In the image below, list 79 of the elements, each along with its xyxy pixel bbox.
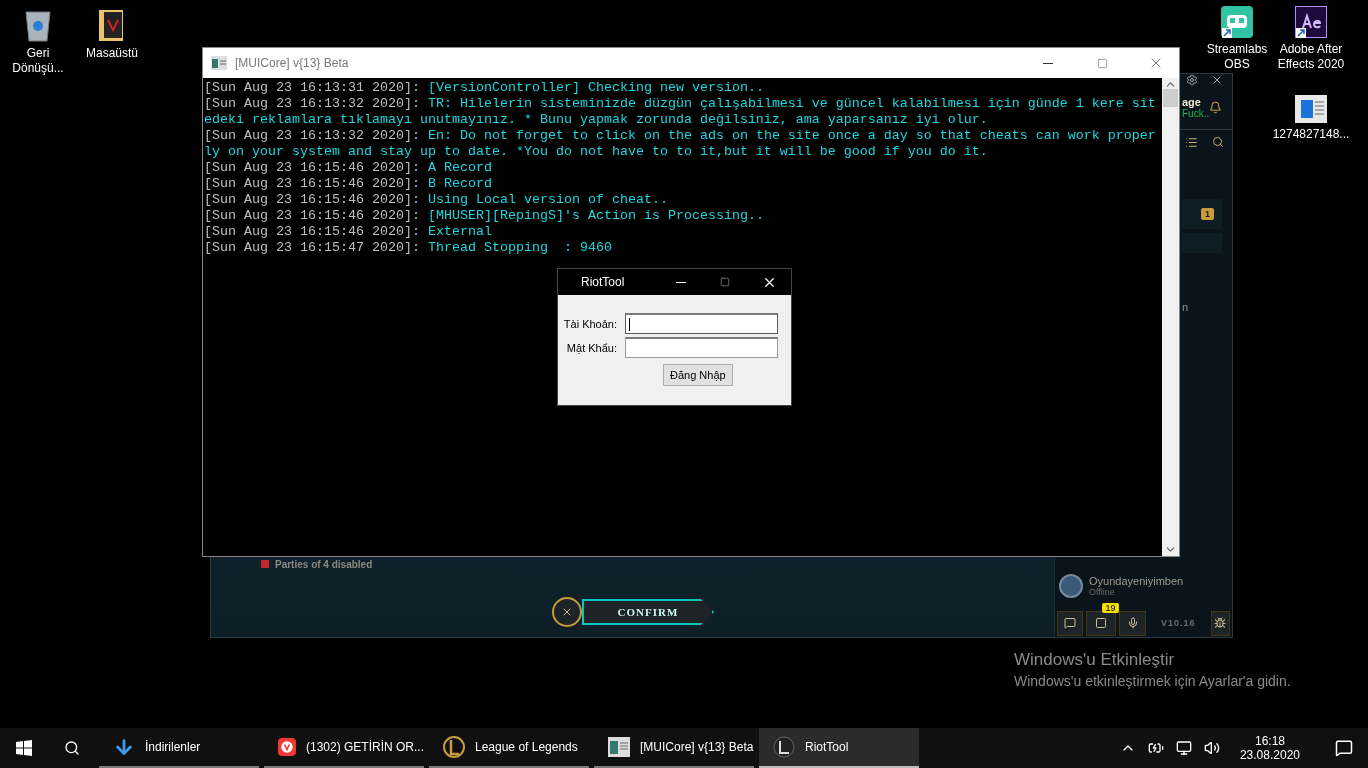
log-line: [Sun Aug 23 16:15:46 2020]: [MHUSER][RepingS]'s Action is Processing..	[204, 208, 765, 224]
login-button[interactable]: Đăng Nhập	[663, 364, 733, 386]
settings-icon[interactable]	[1186, 74, 1198, 86]
desktop-icon-label[interactable]: Adobe After Effects 2020	[1273, 42, 1349, 72]
activation-message: Windows'u etkinleştirmek için Ayarlar'a gidin.	[1014, 673, 1291, 689]
search-icon[interactable]	[1212, 136, 1224, 148]
console-window-icon	[211, 56, 227, 70]
log-line: [Sun Aug 23 16:15:46 2020]: B Record	[204, 176, 493, 192]
clock[interactable]: 16:18 23.08.2020	[1231, 734, 1308, 762]
notification-icon	[1335, 739, 1353, 757]
maximize-icon	[1096, 57, 1108, 69]
scrollbar[interactable]	[1162, 78, 1179, 556]
close-icon	[561, 606, 573, 618]
profile-name: age	[1182, 96, 1201, 108]
profile-status: Fuck..	[1182, 108, 1210, 119]
minimize-icon	[676, 281, 686, 283]
voice-button[interactable]	[1119, 610, 1146, 636]
battery-icon[interactable]	[1147, 740, 1164, 756]
field-label: Tài Khoản:	[563, 317, 618, 330]
maximize-icon	[720, 277, 730, 287]
log-line: [Sun Aug 23 16:15:47 2020]: Thread Stopping : 9460	[204, 240, 613, 256]
log-line: [Sun Aug 23 16:13:31 2020]: [VersionController] Checking new version..	[204, 80, 765, 96]
scroll-thumb[interactable]	[1163, 89, 1178, 107]
log-line: [Sun Aug 23 16:15:46 2020]: External	[204, 224, 493, 240]
desktop-icon-label[interactable]: Masaüstü	[86, 46, 138, 61]
confirm-button[interactable]: CONFIRM	[582, 599, 714, 625]
panel-text: n	[1182, 301, 1189, 313]
friend-status: Offline	[1089, 587, 1115, 597]
party-notice: Parties of 4 disabled	[275, 558, 373, 570]
friend-group-row[interactable]: 1	[1182, 199, 1222, 229]
taskbar-item[interactable]: [MUICore] v{13} Beta	[594, 728, 754, 768]
search-icon	[64, 740, 80, 756]
minimize-icon	[1043, 62, 1053, 64]
input-field[interactable]	[625, 337, 778, 358]
log-line: [Sun Aug 23 16:15:46 2020]: A Record	[204, 160, 493, 176]
taskbar-item[interactable]: (1302) GETİRİN OR...	[264, 728, 424, 768]
after-effects-icon	[1295, 6, 1327, 38]
bug-report-button[interactable]	[1210, 610, 1230, 636]
text-caret	[629, 317, 630, 331]
console-window-icon	[608, 737, 630, 757]
desktop-icon-label[interactable]: Geri Dönüşü...	[0, 46, 76, 76]
folder-icon	[98, 8, 126, 42]
taskbar-item[interactable]: İndirilenler	[99, 728, 259, 768]
document-window-icon	[1295, 95, 1327, 123]
log-line: [Sun Aug 23 16:13:32 2020]: En: Do not forget to click on the ads on the site once a day so that cheats can work properly on your system and stay up to date. *You do not have to to it,but it will be good if you do it.	[204, 128, 1157, 160]
log-line: [Sun Aug 23 16:15:46 2020]: Using Local version of cheat..	[204, 192, 669, 208]
missions-button[interactable]	[1086, 610, 1117, 636]
volume-icon[interactable]	[1203, 740, 1220, 756]
robot-face-icon	[1221, 6, 1253, 38]
windows-logo-icon	[16, 740, 32, 756]
bell-icon[interactable]	[1209, 101, 1222, 114]
taskbar-item[interactable]: League of Legends	[429, 728, 589, 768]
input-field[interactable]	[625, 313, 778, 334]
notification-badge: 1	[1201, 208, 1214, 220]
dialog-title: RiotTool	[581, 275, 626, 289]
warning-icon	[261, 560, 269, 568]
browser-logo-icon	[278, 736, 296, 758]
taskbar-item[interactable]: RiotTool	[759, 728, 919, 768]
version-label: V10.16	[1160, 618, 1196, 628]
count-badge: 19	[1102, 602, 1119, 613]
square-icon	[1095, 617, 1108, 629]
list-icon[interactable]	[1185, 136, 1198, 149]
window-title: [MUICore] v{13} Beta	[235, 56, 350, 70]
cancel-button[interactable]	[552, 597, 582, 627]
game-logo-icon	[443, 736, 465, 758]
close-icon[interactable]	[1211, 74, 1223, 86]
microphone-icon	[1126, 617, 1139, 629]
desktop-icon-label[interactable]: Streamlabs OBS	[1199, 42, 1275, 72]
friend-name[interactable]: Oyundayeniyimben	[1089, 575, 1184, 587]
field-label: Mật Khẩu:	[565, 341, 618, 354]
activation-title: Windows'u Etkinleştir	[1014, 650, 1176, 670]
desktop-icon-label[interactable]: 1274827148...	[1272, 127, 1350, 142]
log-line: [Sun Aug 23 16:13:32 2020]: TR: Hilelerin sisteminizde düzgün çalışabilmesi ve güncel kalabilmesi için günde 1 kere sitedeki reklamlara tıklamayı unutmayınız. * Bunu yapmak zorunda değilsiniz, ama yaparsanız iyi olur.	[204, 96, 1157, 128]
friend-avatar	[1059, 574, 1083, 598]
chat-button[interactable]	[1057, 610, 1084, 636]
bug-icon	[1214, 617, 1227, 629]
chat-icon	[1064, 617, 1077, 629]
network-icon[interactable]	[1175, 740, 1192, 756]
recycle-bin-icon	[23, 8, 53, 42]
